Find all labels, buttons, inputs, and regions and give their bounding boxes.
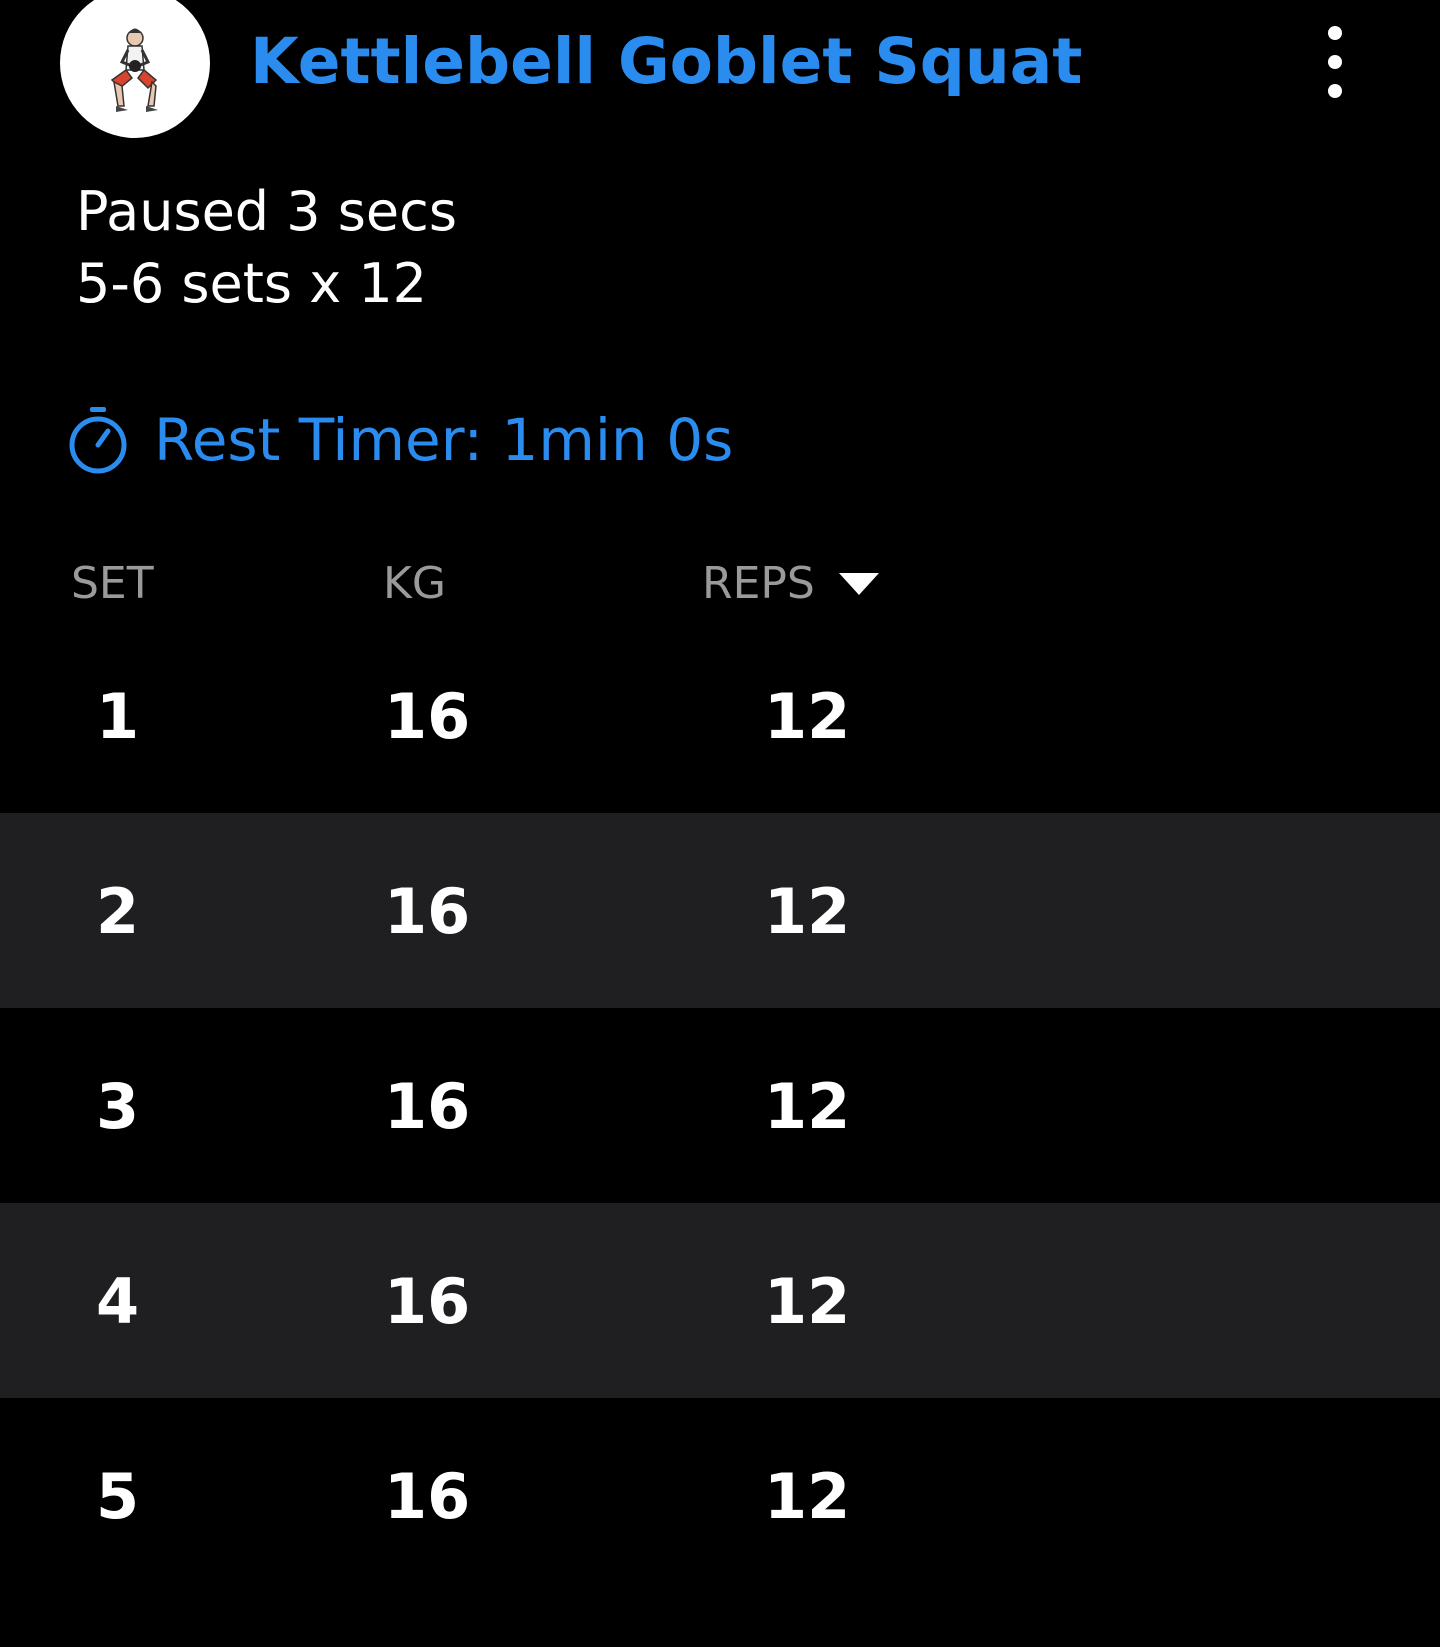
caret-down-icon <box>838 572 879 595</box>
exercise-notes[interactable]: Paused 3 secs 5-6 sets x 12 <box>76 176 457 320</box>
set-number: 1 <box>96 680 140 753</box>
stopwatch-icon <box>69 407 127 474</box>
exercise-avatar[interactable] <box>60 0 210 138</box>
set-row[interactable]: 3 16 12 <box>0 1008 1440 1203</box>
set-reps[interactable]: 12 <box>764 1070 850 1143</box>
column-header-reps[interactable]: REPS <box>702 558 879 609</box>
exercise-header: Kettlebell Goblet Squat <box>0 0 1440 150</box>
set-weight[interactable]: 16 <box>384 875 470 948</box>
set-weight[interactable]: 16 <box>384 1070 470 1143</box>
sets-table-header: SET KG REPS <box>0 548 1440 618</box>
set-row[interactable]: 4 16 12 <box>0 1203 1440 1398</box>
sets-table: 1 16 12 2 16 12 3 16 12 4 16 12 5 16 12 <box>0 618 1440 1593</box>
set-reps[interactable]: 12 <box>764 1460 850 1533</box>
set-number: 4 <box>96 1265 140 1338</box>
column-header-set: SET <box>71 558 154 609</box>
squat-figure-icon <box>110 28 158 112</box>
rest-timer-button[interactable]: Rest Timer: 1min 0s <box>66 400 733 480</box>
exercise-title[interactable]: Kettlebell Goblet Squat <box>250 22 1082 102</box>
set-number: 5 <box>96 1460 140 1533</box>
column-header-reps-label: REPS <box>702 558 815 609</box>
set-number: 3 <box>96 1070 140 1143</box>
notes-line-1: Paused 3 secs <box>76 180 457 243</box>
set-row[interactable]: 1 16 12 <box>0 618 1440 813</box>
set-number: 2 <box>96 875 140 948</box>
set-weight[interactable]: 16 <box>384 680 470 753</box>
set-row[interactable]: 5 16 12 <box>0 1398 1440 1593</box>
set-row[interactable]: 2 16 12 <box>0 813 1440 1008</box>
notes-line-2: 5-6 sets x 12 <box>76 252 428 315</box>
set-reps[interactable]: 12 <box>764 875 850 948</box>
set-reps[interactable]: 12 <box>764 680 850 753</box>
set-weight[interactable]: 16 <box>384 1460 470 1533</box>
set-reps[interactable]: 12 <box>764 1265 850 1338</box>
more-options-button[interactable] <box>1310 22 1360 102</box>
rest-timer-label: Rest Timer: 1min 0s <box>154 406 734 474</box>
column-header-kg: KG <box>383 558 446 609</box>
set-weight[interactable]: 16 <box>384 1265 470 1338</box>
